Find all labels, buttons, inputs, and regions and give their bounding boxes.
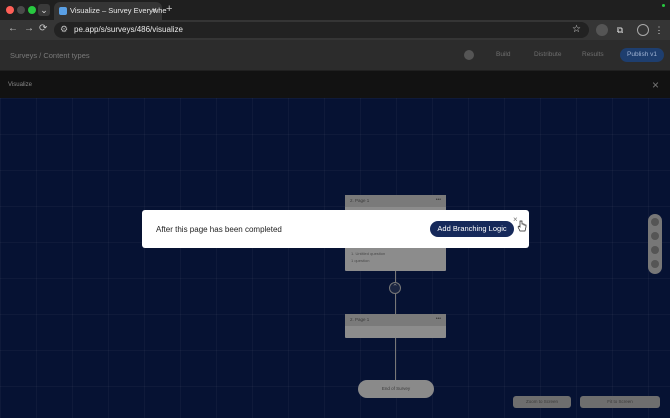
canvas-tools: [648, 214, 662, 274]
tab-favicon-icon: [59, 7, 67, 15]
tab-search-icon[interactable]: ⌄: [38, 4, 50, 16]
end-of-survey-node[interactable]: End of Survey: [358, 380, 434, 398]
browser-menu-icon[interactable]: ⋮: [653, 24, 665, 36]
page-block-header: 2. Page 1 •••: [345, 314, 446, 326]
page-block-label: 2. Page 1: [350, 317, 370, 322]
status-dot: [662, 4, 665, 7]
panel-close-icon[interactable]: ×: [652, 78, 659, 92]
reload-icon[interactable]: ⟳: [39, 23, 47, 34]
branch-node-icon[interactable]: ⌃: [389, 282, 401, 294]
page-block-label: 2. Page 1: [350, 198, 370, 203]
flow-canvas[interactable]: 2. Page 1 ••• 1. Untitled question 1 que…: [0, 98, 670, 418]
forward-icon[interactable]: →: [24, 23, 34, 34]
extensions-puzzle-icon[interactable]: ⧉: [614, 24, 626, 36]
zoom-to-screen-button[interactable]: Zoom to Screen: [513, 396, 571, 408]
page-block[interactable]: 2. Page 1 •••: [345, 314, 446, 338]
visualize-panel-header: Visualize ×: [0, 70, 670, 98]
window-minimize-button[interactable]: [17, 6, 25, 14]
tab-close-icon[interactable]: ×: [152, 5, 157, 15]
browser-tab-active[interactable]: Visualize – Survey Everywhe ×: [54, 2, 167, 20]
center-icon[interactable]: [651, 246, 659, 254]
url-text[interactable]: pe.app/s/surveys/486/visualize: [74, 25, 183, 34]
question-count: 1 question: [351, 258, 370, 263]
browser-tab-bar: ⌄ Visualize – Survey Everywhe × +: [0, 0, 670, 20]
dialog-message: After this page has been completed: [156, 225, 282, 234]
tab-distribute[interactable]: Distribute: [534, 51, 561, 58]
branching-dialog: After this page has been completed Add B…: [142, 210, 529, 248]
browser-toolbar: ← → ⟳ ⚙ pe.app/s/surveys/486/visualize ☆…: [0, 20, 670, 40]
panel-title: Visualize: [8, 82, 32, 88]
extension-icon[interactable]: [596, 24, 608, 36]
app-header: Surveys / Content types Build Distribute…: [0, 40, 670, 70]
zoom-out-icon[interactable]: [651, 232, 659, 240]
expand-icon[interactable]: [651, 260, 659, 268]
back-icon[interactable]: ←: [8, 23, 18, 34]
zoom-in-icon[interactable]: [651, 218, 659, 226]
window-close-button[interactable]: [6, 6, 14, 14]
page-block-header: 2. Page 1 •••: [345, 195, 446, 207]
preview-icon[interactable]: [464, 50, 474, 60]
tab-build[interactable]: Build: [496, 51, 510, 58]
breadcrumb[interactable]: Surveys / Content types: [10, 51, 90, 60]
new-tab-button[interactable]: +: [166, 3, 172, 15]
flow-connector: [395, 338, 396, 380]
address-bar[interactable]: ⚙ pe.app/s/surveys/486/visualize ☆: [54, 22, 589, 38]
publish-button[interactable]: Publish v1: [620, 48, 664, 62]
hand-cursor-icon: [517, 220, 527, 232]
more-options-icon[interactable]: •••: [436, 316, 441, 322]
profile-avatar-icon[interactable]: [637, 24, 649, 36]
window-maximize-button[interactable]: [28, 6, 36, 14]
fit-to-screen-button[interactable]: Fit to Screen: [580, 396, 660, 408]
tab-results[interactable]: Results: [582, 51, 604, 58]
bookmark-star-icon[interactable]: ☆: [572, 24, 581, 35]
add-branching-logic-button[interactable]: Add Branching Logic: [430, 221, 514, 237]
more-options-icon[interactable]: •••: [436, 197, 441, 203]
question-item: 1. Untitled question: [351, 251, 386, 256]
site-info-icon[interactable]: ⚙: [60, 24, 68, 35]
